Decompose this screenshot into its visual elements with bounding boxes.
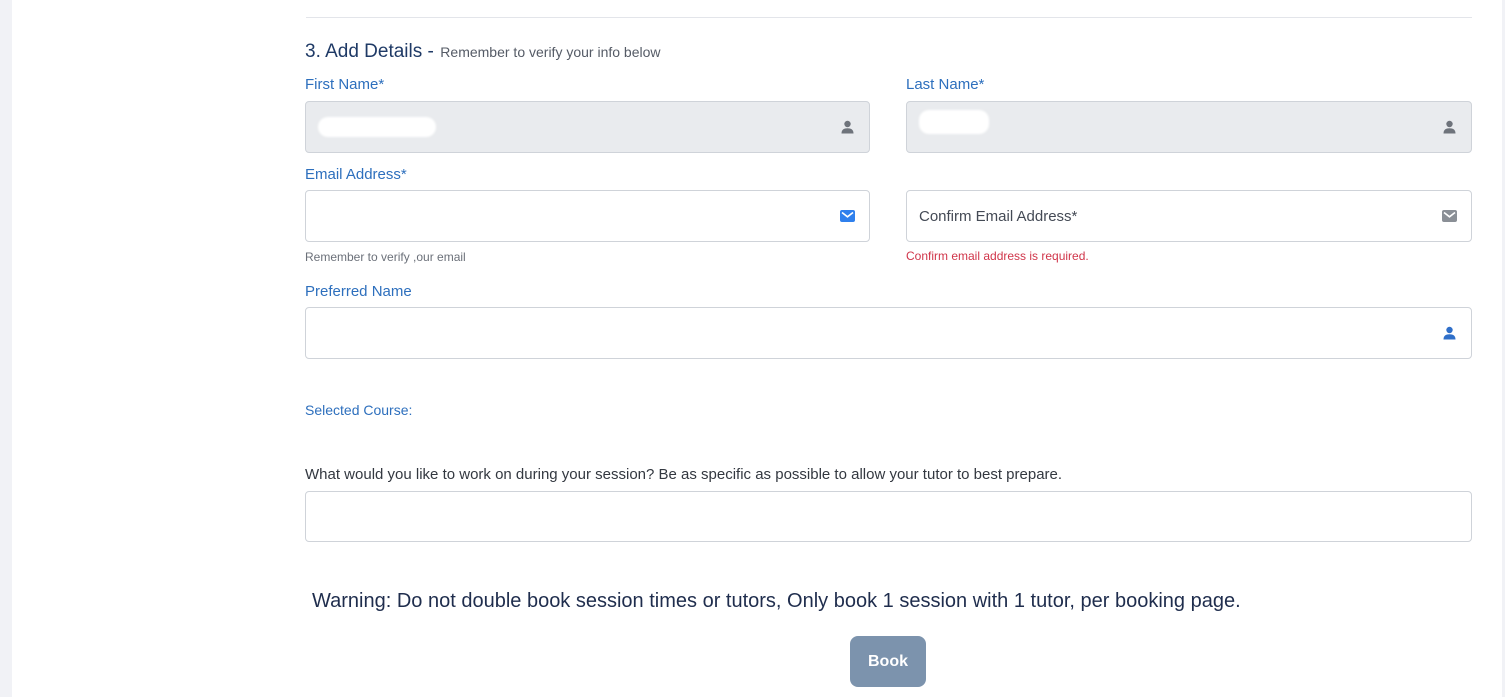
envelope-icon bbox=[839, 208, 855, 224]
section-title-main: 3. Add Details - bbox=[305, 41, 434, 62]
preferred-name-input[interactable] bbox=[306, 308, 1471, 358]
redacted-last-name bbox=[919, 110, 989, 134]
first-name-field[interactable] bbox=[305, 101, 870, 153]
user-icon bbox=[1441, 119, 1457, 135]
confirm-email-field[interactable] bbox=[906, 190, 1472, 242]
envelope-icon bbox=[1441, 208, 1457, 224]
booking-form-page: 3. Add Details - Remember to verify your… bbox=[12, 0, 1502, 697]
user-icon bbox=[1441, 325, 1457, 341]
confirm-email-error: Confirm email address is required. bbox=[906, 249, 1089, 263]
preferred-name-label: Preferred Name bbox=[305, 283, 412, 300]
user-icon bbox=[839, 119, 855, 135]
session-question: What would you like to work on during yo… bbox=[305, 466, 1063, 483]
redacted-first-name bbox=[318, 117, 436, 137]
section-title-subtitle: Remember to verify your info below bbox=[440, 44, 661, 60]
last-name-input[interactable] bbox=[907, 102, 1471, 152]
session-details-field[interactable] bbox=[305, 491, 1472, 542]
last-name-label: Last Name* bbox=[906, 76, 985, 93]
email-help-text: Remember to verify ,our email bbox=[305, 250, 466, 264]
section-divider bbox=[306, 17, 1472, 18]
email-input[interactable] bbox=[306, 191, 869, 241]
first-name-label: First Name* bbox=[305, 76, 385, 93]
email-field[interactable] bbox=[305, 190, 870, 242]
last-name-field[interactable] bbox=[906, 101, 1472, 153]
session-details-input[interactable] bbox=[306, 492, 1471, 541]
selected-course-label: Selected Course: bbox=[305, 402, 413, 418]
confirm-email-input[interactable] bbox=[907, 191, 1471, 241]
double-booking-warning: Warning: Do not double book session time… bbox=[312, 590, 1241, 612]
section-title: 3. Add Details - Remember to verify your… bbox=[305, 41, 661, 63]
book-button[interactable]: Book bbox=[850, 636, 926, 687]
preferred-name-field[interactable] bbox=[305, 307, 1472, 359]
email-label: Email Address* bbox=[305, 166, 407, 183]
